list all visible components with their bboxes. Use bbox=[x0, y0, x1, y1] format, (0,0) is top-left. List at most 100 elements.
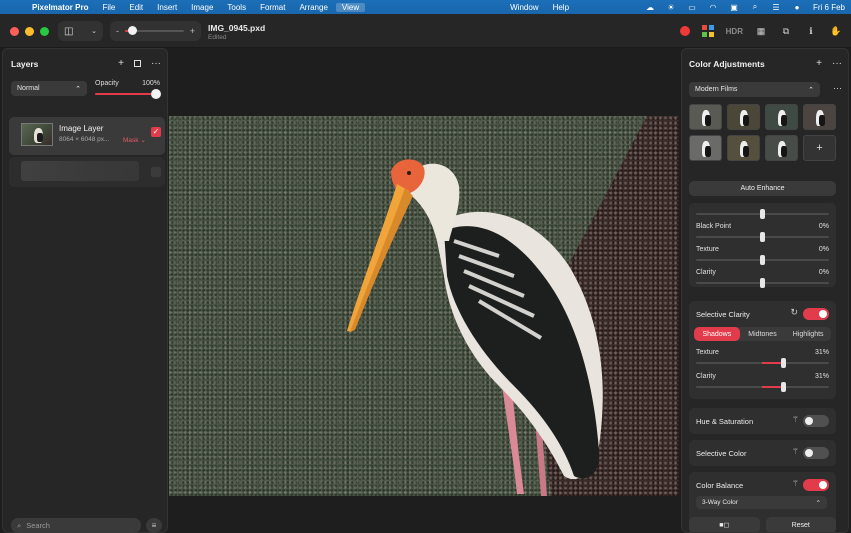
mask-label: Mask bbox=[123, 137, 139, 144]
siri-icon[interactable]: ● bbox=[792, 3, 802, 12]
layer-row-blurred[interactable] bbox=[9, 157, 165, 187]
layer-name[interactable]: Image Layer bbox=[59, 124, 103, 133]
preset-thumb[interactable] bbox=[727, 104, 760, 130]
slider-fill bbox=[762, 362, 782, 364]
auto-enhance-button[interactable]: Auto Enhance bbox=[689, 181, 836, 196]
menu-tools[interactable]: Tools bbox=[227, 3, 246, 12]
opacity-slider-knob[interactable] bbox=[151, 89, 161, 99]
preset-thumb[interactable] bbox=[727, 135, 760, 161]
slider-knob[interactable] bbox=[760, 278, 765, 288]
menu-insert[interactable]: Insert bbox=[157, 3, 177, 12]
menu-format[interactable]: Format bbox=[260, 3, 285, 12]
hdr-toggle[interactable]: HDR bbox=[726, 27, 743, 36]
selective-clarity-title: Selective Clarity bbox=[696, 310, 750, 319]
color-palette-icon[interactable] bbox=[701, 24, 715, 38]
preset-thumb[interactable] bbox=[803, 104, 836, 130]
menu-window[interactable]: Window bbox=[510, 3, 538, 12]
maximize-window-button[interactable] bbox=[40, 27, 49, 36]
compare-button[interactable]: ■◻ bbox=[689, 517, 760, 532]
sidebar-toggle-button[interactable]: ◫ ⌄ bbox=[58, 21, 103, 41]
preset-thumb[interactable] bbox=[689, 104, 722, 130]
menu-edit[interactable]: Edit bbox=[129, 3, 143, 12]
menubar-clock[interactable]: Fri 6 Feb bbox=[813, 3, 845, 12]
menu-file[interactable]: File bbox=[102, 3, 115, 12]
layers-search-input[interactable] bbox=[26, 521, 127, 530]
document-title: IMG_0945.pxd bbox=[208, 23, 266, 33]
wifi-icon[interactable]: ◠ bbox=[708, 3, 718, 12]
slider-knob[interactable] bbox=[760, 232, 765, 242]
more-icon[interactable]: ··· bbox=[151, 58, 161, 69]
control-center-icon[interactable]: ☰ bbox=[771, 3, 781, 12]
menu-help[interactable]: Help bbox=[553, 3, 569, 12]
display-icon[interactable]: ▣ bbox=[729, 3, 739, 12]
magic-wand-icon[interactable]: ⚚ bbox=[792, 447, 799, 456]
preset-thumb[interactable] bbox=[689, 135, 722, 161]
blend-mode-select[interactable]: Normal ⌃ bbox=[11, 81, 87, 96]
mask-icon[interactable] bbox=[134, 60, 141, 67]
color-balance-toggle[interactable] bbox=[803, 479, 829, 491]
layer-mask-menu[interactable]: Mask ⌄ bbox=[123, 136, 146, 144]
menu-image[interactable]: Image bbox=[191, 3, 213, 12]
canvas-area[interactable] bbox=[169, 48, 679, 533]
preset-thumb[interactable] bbox=[765, 135, 798, 161]
selective-color-title: Selective Color bbox=[696, 449, 747, 458]
slider-knob[interactable] bbox=[781, 358, 786, 368]
add-preset-button[interactable]: + bbox=[803, 135, 836, 161]
tab-highlights[interactable]: Highlights bbox=[785, 327, 831, 341]
hue-saturation-toggle[interactable] bbox=[803, 415, 829, 427]
slider-knob[interactable] bbox=[781, 382, 786, 392]
photo-canvas[interactable] bbox=[169, 116, 679, 496]
image-view-icon[interactable]: ▦ bbox=[754, 24, 768, 38]
reset-button[interactable]: Reset bbox=[765, 517, 836, 532]
black-point-label: Black Point bbox=[696, 223, 732, 230]
selective-clarity-toggle[interactable] bbox=[803, 308, 829, 320]
crop-icon[interactable]: ⧉ bbox=[779, 24, 793, 38]
clarity-value: 0% bbox=[818, 269, 829, 276]
preset-thumb[interactable] bbox=[765, 104, 798, 130]
sc-clarity-value: 31% bbox=[814, 373, 829, 380]
zoom-out-button[interactable]: - bbox=[116, 26, 119, 36]
filter-button[interactable]: ≡ bbox=[146, 518, 162, 533]
screen-icon[interactable]: ▭ bbox=[687, 3, 697, 12]
tab-midtones[interactable]: Midtones bbox=[740, 327, 786, 341]
zoom-slider[interactable] bbox=[125, 26, 184, 35]
layer-row-image[interactable]: Image Layer 8064 × 6048 px... Mask ⌄ ✓ bbox=[9, 117, 165, 155]
stork-image bbox=[347, 159, 603, 496]
zoom-slider-knob[interactable] bbox=[128, 26, 138, 35]
selective-color-toggle[interactable] bbox=[803, 447, 829, 459]
brightness-icon[interactable]: ☀ bbox=[666, 3, 676, 12]
thumb-wing bbox=[781, 115, 787, 126]
filter-icon: ≡ bbox=[151, 521, 157, 530]
preset-select[interactable]: Modern Films ⌃ bbox=[689, 82, 820, 97]
zoom-in-button[interactable]: + bbox=[190, 26, 195, 36]
color-balance-mode-select[interactable]: 3-Way Color ⌃ bbox=[696, 496, 827, 509]
add-adjustment-icon[interactable]: + bbox=[816, 58, 822, 69]
tools-icon[interactable]: ✋ bbox=[829, 24, 843, 38]
layer-visibility-checkbox[interactable]: ✓ bbox=[151, 127, 161, 137]
bottom-buttons: ■◻ Reset bbox=[689, 517, 836, 532]
reset-icon[interactable]: ↻ bbox=[790, 307, 798, 318]
minimize-window-button[interactable] bbox=[25, 27, 34, 36]
menu-arrange[interactable]: Arrange bbox=[299, 3, 327, 12]
thumb-wing bbox=[743, 115, 749, 126]
add-layer-icon[interactable]: + bbox=[118, 58, 124, 69]
preset-more-icon[interactable]: ··· bbox=[833, 83, 842, 93]
info-icon[interactable]: ℹ bbox=[804, 24, 818, 38]
record-icon[interactable] bbox=[679, 26, 690, 36]
zoom-control: - + bbox=[110, 21, 201, 41]
more-icon[interactable]: ··· bbox=[832, 58, 842, 69]
magic-wand-icon[interactable]: ⚚ bbox=[792, 479, 799, 488]
magic-wand-icon[interactable]: ⚚ bbox=[792, 415, 799, 424]
tab-shadows[interactable]: Shadows bbox=[694, 327, 740, 341]
slider-knob[interactable] bbox=[760, 255, 765, 265]
hue-saturation-title: Hue & Saturation bbox=[696, 417, 754, 426]
opacity-slider[interactable] bbox=[95, 93, 159, 95]
menu-view[interactable]: View bbox=[335, 2, 366, 12]
menu-app-name[interactable]: Pixelmator Pro bbox=[32, 3, 88, 12]
slider-knob[interactable] bbox=[760, 209, 765, 219]
creative-cloud-icon[interactable]: ☁ bbox=[645, 3, 655, 12]
layers-search[interactable]: ⌕ bbox=[11, 518, 141, 533]
search-icon[interactable]: ⌕ bbox=[750, 2, 760, 11]
close-window-button[interactable] bbox=[10, 27, 19, 36]
layer-visibility-checkbox-2[interactable] bbox=[151, 167, 161, 177]
